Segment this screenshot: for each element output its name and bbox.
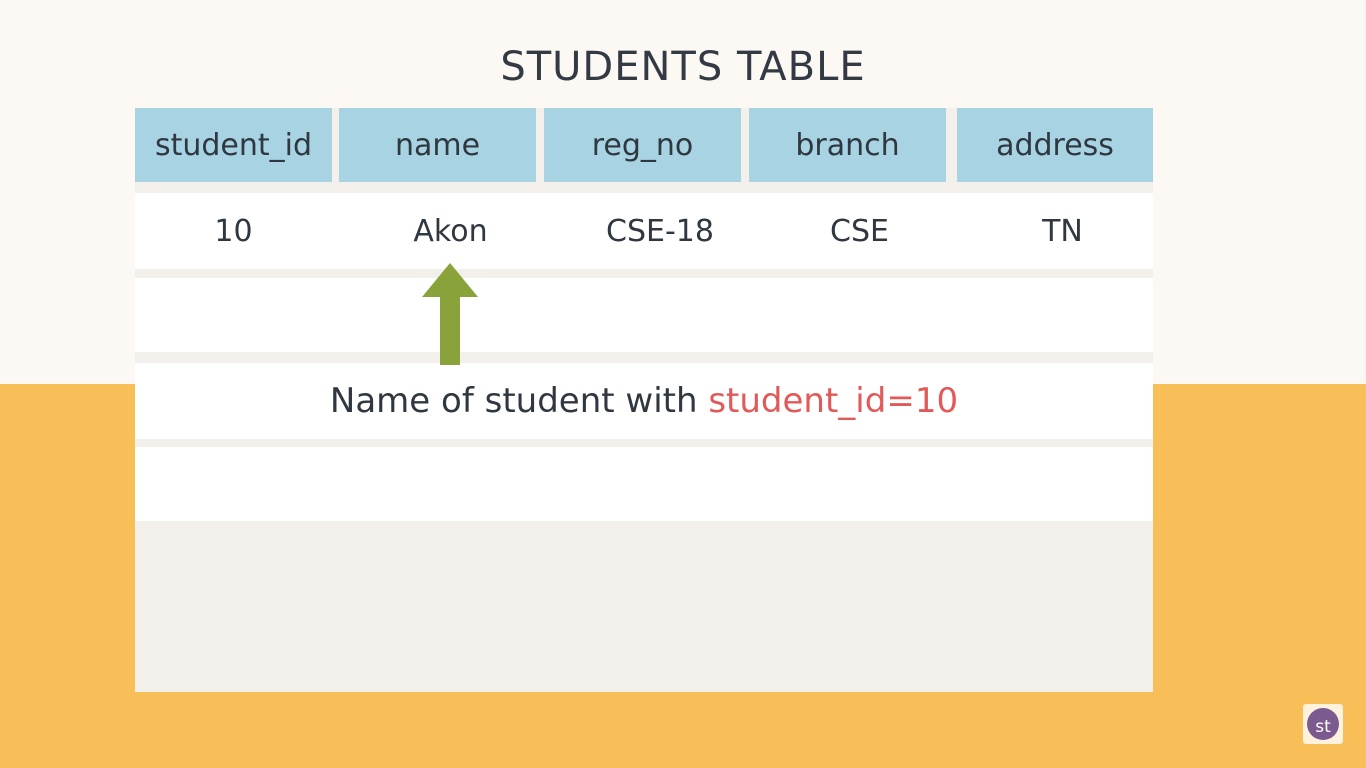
annotation-highlight: student_id=10 (708, 381, 959, 421)
column-header-address: address (957, 108, 1153, 182)
logo-badge: st (1307, 708, 1339, 740)
cell-address: TN (1042, 213, 1083, 249)
cell-name: Akon (413, 213, 488, 249)
column-header-name: name (339, 108, 536, 182)
cell-reg-no: CSE-18 (606, 213, 714, 249)
annotation-text: Name of student with student_id=10 (135, 363, 1153, 439)
annotation-row: Name of student with student_id=10 (135, 363, 1153, 439)
column-header-student-id: student_id (135, 108, 332, 182)
channel-logo: st (1303, 704, 1343, 744)
cell-branch: CSE (830, 213, 889, 249)
up-arrow-icon (422, 263, 478, 365)
students-table: student_id name reg_no branch address 10… (135, 108, 1153, 692)
cell-student-id: 10 (214, 213, 253, 249)
column-header-reg-no: reg_no (544, 108, 741, 182)
table-row-empty (135, 278, 1153, 352)
table-title: STUDENTS TABLE (500, 44, 866, 90)
column-header-branch: branch (749, 108, 946, 182)
annotation-prefix: Name of student with (329, 381, 709, 421)
table-row: 10 Akon CSE-18 CSE TN (135, 193, 1153, 269)
table-row-empty (135, 447, 1153, 521)
